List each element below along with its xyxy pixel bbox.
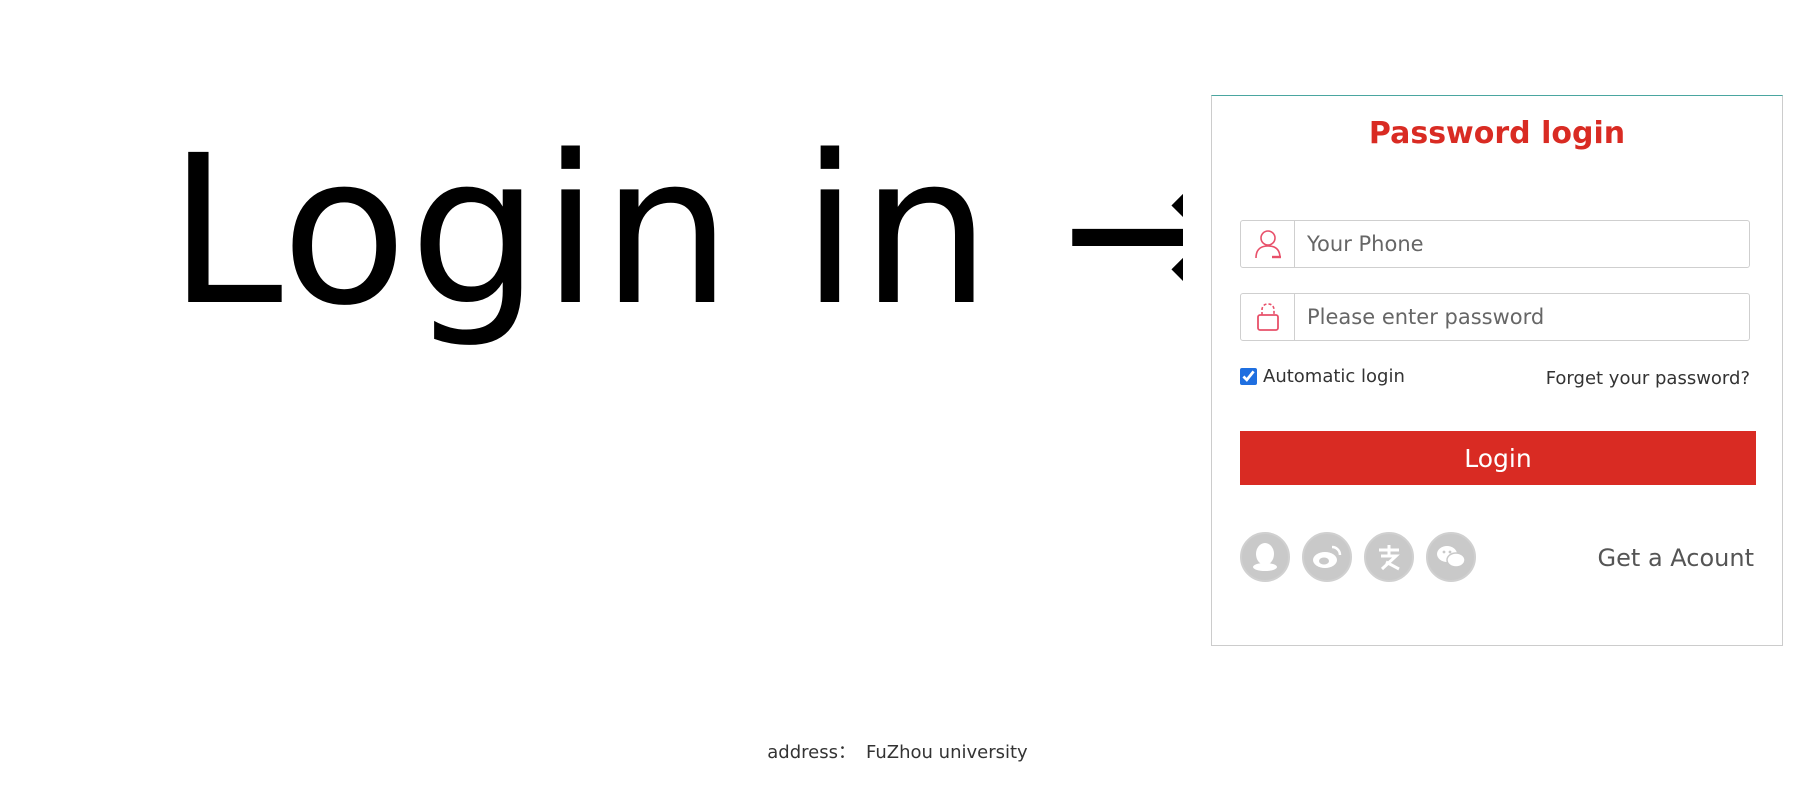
login-button[interactable]: Login bbox=[1240, 431, 1756, 485]
footer-address: address： FuZhou university bbox=[0, 738, 1795, 764]
phone-input[interactable] bbox=[1295, 221, 1749, 267]
address-value: FuZhou university bbox=[866, 742, 1028, 763]
panel-title: Password login bbox=[1368, 116, 1626, 151]
options-row: Automatic login Forget your password? bbox=[1240, 364, 1750, 394]
phone-field bbox=[1240, 220, 1750, 268]
wechat-icon[interactable] bbox=[1426, 532, 1476, 582]
social-login-row bbox=[1240, 532, 1476, 582]
forget-password-link[interactable]: Forget your password? bbox=[1546, 368, 1750, 389]
user-icon bbox=[1241, 221, 1295, 267]
lock-icon bbox=[1241, 294, 1295, 340]
hero-text: Login in → bbox=[168, 120, 1183, 351]
weibo-icon[interactable] bbox=[1302, 532, 1352, 582]
login-panel: Password login Your Phone Automatic logi… bbox=[1211, 95, 1783, 646]
auto-login[interactable]: Automatic login bbox=[1240, 366, 1405, 387]
qq-icon[interactable] bbox=[1240, 532, 1290, 582]
hero-banner: Login in → bbox=[160, 120, 1183, 420]
auto-login-label: Automatic login bbox=[1263, 366, 1405, 387]
password-input[interactable] bbox=[1295, 294, 1749, 340]
alipay-icon[interactable] bbox=[1364, 532, 1414, 582]
auto-login-checkbox[interactable] bbox=[1240, 368, 1257, 385]
login-page: Login in → Password login Your Phone Aut… bbox=[0, 0, 1795, 805]
password-field bbox=[1240, 293, 1750, 341]
address-label: address： bbox=[767, 742, 856, 763]
get-account-link[interactable]: Get a Acount bbox=[1598, 544, 1754, 572]
